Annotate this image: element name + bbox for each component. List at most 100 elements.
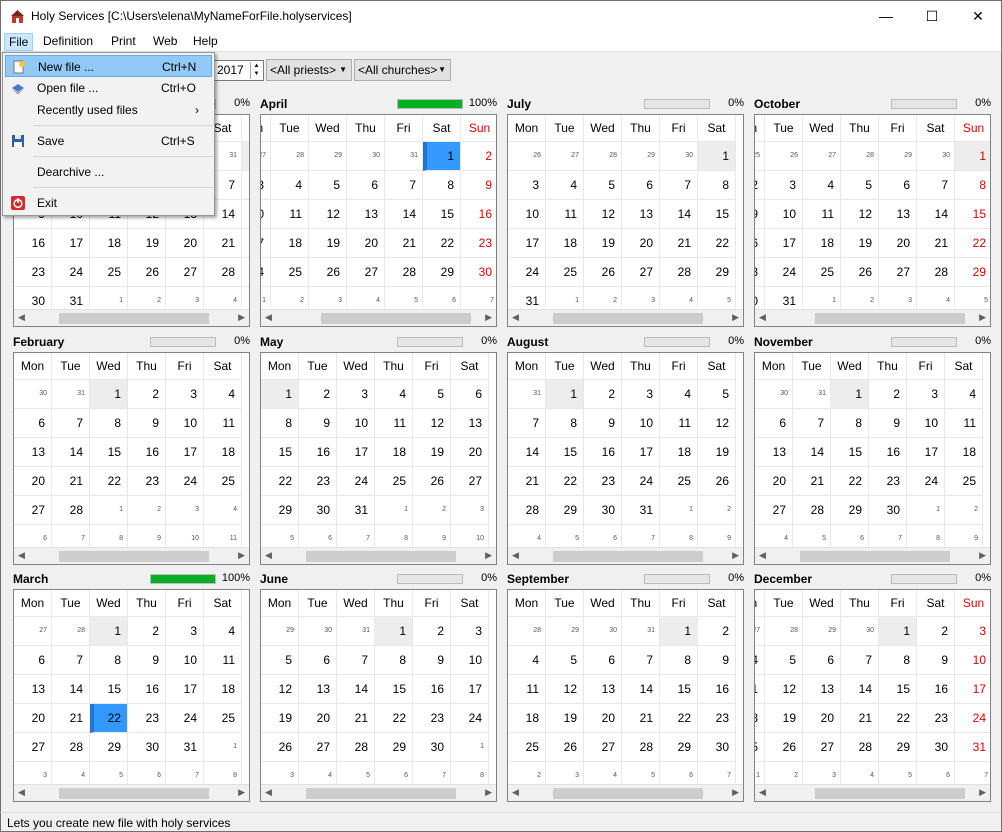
day-cell[interactable]: 24 <box>166 704 204 733</box>
scroll-thumb[interactable] <box>553 788 703 799</box>
day-cell[interactable]: 6 <box>879 171 917 200</box>
scroll-thumb[interactable] <box>553 313 703 324</box>
day-cell[interactable]: 5 <box>546 646 584 675</box>
day-cell[interactable]: 4 <box>204 380 242 409</box>
day-cell[interactable]: 13 <box>299 675 337 704</box>
scroll-right-icon[interactable]: ▶ <box>732 550 739 561</box>
day-cell[interactable]: 18 <box>204 675 242 704</box>
scroll-right-icon[interactable]: ▶ <box>732 312 739 323</box>
day-cell[interactable]: 3 <box>907 380 945 409</box>
day-cell[interactable]: 21 <box>622 704 660 733</box>
day-cell[interactable]: 1 <box>375 617 413 646</box>
day-cell[interactable]: 10 <box>337 409 375 438</box>
day-cell[interactable]: 7 <box>337 646 375 675</box>
outside-day-cell[interactable]: 28 <box>765 617 803 646</box>
day-cell[interactable]: 9 <box>461 171 496 200</box>
day-cell[interactable]: 1 <box>423 142 461 171</box>
scroll-right-icon[interactable]: ▶ <box>979 550 986 561</box>
day-cell[interactable]: 22 <box>375 704 413 733</box>
day-cell[interactable]: 19 <box>309 229 347 258</box>
day-cell[interactable]: 29 <box>423 258 461 287</box>
day-cell[interactable]: 18 <box>803 229 841 258</box>
scroll-right-icon[interactable]: ▶ <box>979 787 986 798</box>
month-grid[interactable]: MonTueWedThuFriSatSun2728293031123456789… <box>260 114 497 327</box>
outside-day-cell[interactable]: 2 <box>413 496 451 525</box>
day-cell[interactable]: 15 <box>423 200 461 229</box>
day-cell[interactable]: 2 <box>413 617 451 646</box>
day-cell[interactable]: 10 <box>907 409 945 438</box>
day-cell[interactable]: 2 <box>869 380 907 409</box>
day-cell[interactable]: 23 <box>584 467 622 496</box>
day-cell[interactable]: 15 <box>242 200 249 229</box>
day-cell[interactable]: 17 <box>508 229 546 258</box>
outside-day-cell[interactable]: 28 <box>52 617 90 646</box>
outside-day-cell[interactable]: 30 <box>841 617 879 646</box>
day-cell[interactable]: 31 <box>955 733 990 762</box>
day-cell[interactable]: 14 <box>385 200 423 229</box>
day-cell[interactable]: 19 <box>261 704 299 733</box>
outside-day-cell[interactable]: 3 <box>166 496 204 525</box>
day-cell[interactable]: 2 <box>755 171 765 200</box>
day-cell[interactable]: 24 <box>337 467 375 496</box>
day-cell[interactable]: 17 <box>337 438 375 467</box>
day-cell[interactable]: 16 <box>869 438 907 467</box>
day-cell[interactable]: 13 <box>584 675 622 704</box>
day-cell[interactable]: 17 <box>907 438 945 467</box>
day-cell[interactable]: 18 <box>546 229 584 258</box>
menu-web[interactable]: Web <box>147 33 183 51</box>
day-cell[interactable]: 2 <box>698 617 736 646</box>
day-cell[interactable]: 30 <box>413 733 451 762</box>
menu-dearchive[interactable]: Dearchive ... <box>5 161 212 183</box>
outside-day-cell[interactable]: 3 <box>451 496 489 525</box>
outside-day-cell[interactable]: 4 <box>204 496 242 525</box>
day-cell[interactable]: 1 <box>698 142 736 171</box>
day-cell[interactable]: 25 <box>271 258 309 287</box>
day-cell[interactable]: 18 <box>90 229 128 258</box>
outside-day-cell[interactable]: 2 <box>128 496 166 525</box>
day-cell[interactable]: 17 <box>622 438 660 467</box>
scroll-left-icon[interactable]: ◀ <box>18 312 25 323</box>
day-cell[interactable]: 23 <box>128 704 166 733</box>
day-cell[interactable]: 16 <box>584 438 622 467</box>
day-cell[interactable]: 20 <box>622 229 660 258</box>
day-cell[interactable]: 18 <box>945 438 983 467</box>
day-cell[interactable]: 25 <box>90 258 128 287</box>
month-grid[interactable]: Mon Tue Wed Thu Fri Sat 27 28 1 2 3 4 6 7 8 9 10 11 13 14 15… <box>13 589 250 802</box>
day-cell[interactable]: 22 <box>955 229 990 258</box>
outside-day-cell[interactable]: 27 <box>755 617 765 646</box>
day-cell[interactable]: 1 <box>242 142 249 171</box>
day-cell[interactable]: 5 <box>309 171 347 200</box>
day-cell[interactable]: 27 <box>299 733 337 762</box>
outside-day-cell[interactable]: 29 <box>261 617 299 646</box>
day-cell[interactable]: 27 <box>451 467 489 496</box>
day-cell[interactable]: 21 <box>660 229 698 258</box>
day-cell[interactable]: 12 <box>584 200 622 229</box>
day-cell[interactable]: 14 <box>917 200 955 229</box>
day-cell[interactable]: 12 <box>698 409 736 438</box>
scroll-right-icon[interactable]: ▶ <box>238 787 245 798</box>
day-cell[interactable]: 7 <box>52 646 90 675</box>
outside-day-cell[interactable]: 2 <box>698 496 736 525</box>
day-cell[interactable]: 15 <box>660 675 698 704</box>
scroll-left-icon[interactable]: ◀ <box>265 550 272 561</box>
day-cell[interactable]: 20 <box>14 467 52 496</box>
outside-day-cell[interactable]: 28 <box>841 142 879 171</box>
day-cell[interactable]: 7 <box>841 646 879 675</box>
horizontal-scrollbar[interactable]: ◀ ▶ <box>14 309 249 326</box>
minimize-button[interactable]: — <box>863 1 909 31</box>
day-cell[interactable]: 8 <box>879 646 917 675</box>
horizontal-scrollbar[interactable]: ◀ ▶ <box>14 547 249 564</box>
month-grid[interactable]: Mon Tue Wed Thu Fri Sat 30 31 1 2 3 4 6 7 8 9 10 11 13 14 15… <box>754 352 991 565</box>
day-cell[interactable]: 11 <box>803 200 841 229</box>
day-cell[interactable]: 12 <box>309 200 347 229</box>
day-cell[interactable]: 17 <box>166 438 204 467</box>
day-cell[interactable]: 28 <box>841 733 879 762</box>
day-cell[interactable]: 6 <box>451 380 489 409</box>
day-cell[interactable]: 26 <box>128 258 166 287</box>
day-cell[interactable]: 8 <box>90 409 128 438</box>
day-cell[interactable]: 9 <box>128 409 166 438</box>
day-cell[interactable]: 3 <box>166 380 204 409</box>
day-cell[interactable]: 29 <box>831 496 869 525</box>
day-cell[interactable]: 1 <box>546 380 584 409</box>
day-cell[interactable]: 21 <box>204 229 242 258</box>
